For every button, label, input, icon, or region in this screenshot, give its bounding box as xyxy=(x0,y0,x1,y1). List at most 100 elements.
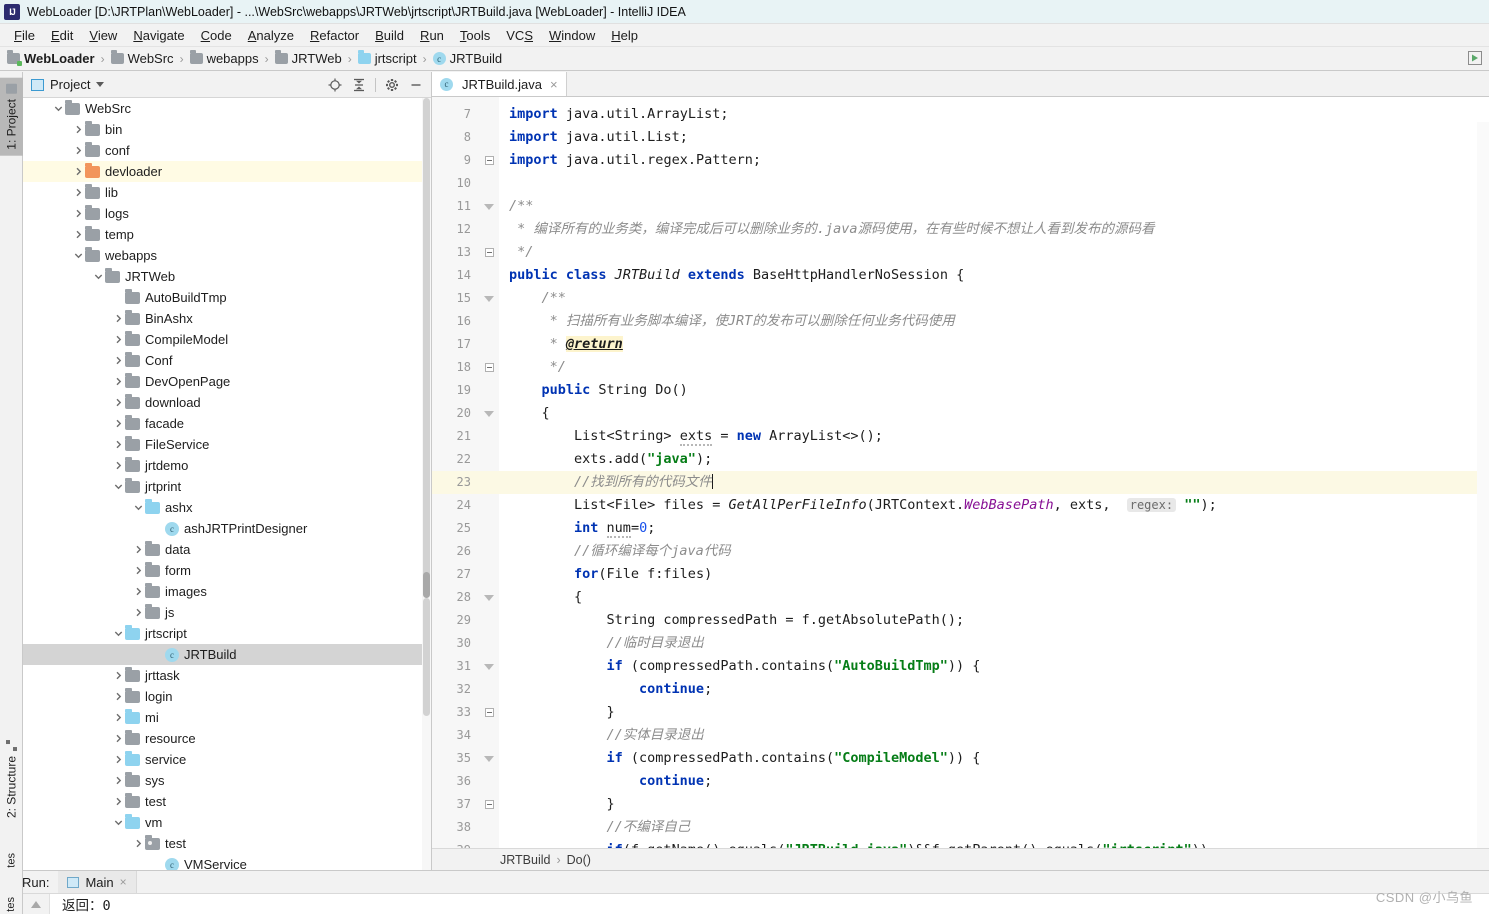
tree-item-jrtweb[interactable]: JRTWeb xyxy=(23,266,431,287)
tree-item-bin[interactable]: bin xyxy=(23,119,431,140)
chevron-down-icon[interactable] xyxy=(96,82,105,87)
menu-bar[interactable]: File Edit View Navigate Code Analyze Refactor B… xyxy=(0,24,1489,47)
fold-marker-slot[interactable] xyxy=(479,747,499,770)
fold-marker-slot[interactable] xyxy=(479,655,499,678)
code-line[interactable]: import java.util.regex.Pattern; xyxy=(499,149,1489,172)
fold-collapse-icon[interactable] xyxy=(484,593,494,603)
breadcrumb-jrtscript[interactable]: jrtscript xyxy=(357,50,417,66)
tree-item-test[interactable]: test xyxy=(23,833,431,854)
line-number[interactable]: 7 xyxy=(432,103,479,126)
chevron-down-icon[interactable] xyxy=(111,816,125,830)
chevron-right-icon[interactable] xyxy=(111,711,125,725)
tree-item-service[interactable]: service xyxy=(23,749,431,770)
tree-item-images[interactable]: images xyxy=(23,581,431,602)
line-number[interactable]: 31 xyxy=(432,655,479,678)
chevron-right-icon[interactable] xyxy=(71,165,85,179)
chevron-right-icon[interactable] xyxy=(71,144,85,158)
code-line[interactable]: /** xyxy=(499,287,1489,310)
run-scroll-up-button[interactable] xyxy=(22,894,50,914)
fold-marker-slot[interactable] xyxy=(479,586,499,609)
chevron-right-icon[interactable] xyxy=(131,564,145,578)
code-line[interactable]: continue; xyxy=(499,678,1489,701)
code-line[interactable]: import java.util.ArrayList; xyxy=(499,103,1489,126)
scrollbar-thumb[interactable] xyxy=(423,98,430,578)
chevron-right-icon[interactable] xyxy=(111,438,125,452)
code-line[interactable]: for(File f:files) xyxy=(499,563,1489,586)
code-line[interactable]: * @return xyxy=(499,333,1489,356)
code-line[interactable] xyxy=(499,172,1489,195)
chevron-down-icon[interactable] xyxy=(51,102,65,116)
tree-item-webapps[interactable]: webapps xyxy=(23,245,431,266)
fold-end-icon[interactable] xyxy=(484,363,494,372)
tree-item-temp[interactable]: temp xyxy=(23,224,431,245)
menu-item-edit[interactable]: Edit xyxy=(43,26,81,45)
chevron-right-icon[interactable] xyxy=(111,312,125,326)
tree-item-binashx[interactable]: BinAshx xyxy=(23,308,431,329)
code-line[interactable]: */ xyxy=(499,356,1489,379)
sidebar-item-project[interactable]: 1: Project xyxy=(0,78,23,156)
run-tab-main[interactable]: Main × xyxy=(58,871,137,893)
fold-marker-slot[interactable] xyxy=(479,287,499,310)
chevron-right-icon[interactable] xyxy=(111,774,125,788)
tree-item-sys[interactable]: sys xyxy=(23,770,431,791)
tree-item-lib[interactable]: lib xyxy=(23,182,431,203)
breadcrumb-class[interactable]: JRTBuild xyxy=(500,853,550,867)
code-line[interactable]: continue; xyxy=(499,770,1489,793)
code-line[interactable]: if(f.getName().equals("JRTBuild.java")&&… xyxy=(499,839,1489,848)
breadcrumb-jrtweb[interactable]: JRTWeb xyxy=(274,50,342,66)
scrollbar-thumb-lower[interactable] xyxy=(423,598,430,716)
menu-item-window[interactable]: Window xyxy=(541,26,603,45)
chevron-right-icon[interactable] xyxy=(131,585,145,599)
menu-item-refactor[interactable]: Refactor xyxy=(302,26,367,45)
line-number[interactable]: 18 xyxy=(432,356,479,379)
tree-item-ashx[interactable]: ashx xyxy=(23,497,431,518)
line-number[interactable]: 24 xyxy=(432,494,479,517)
code-line[interactable]: public class JRTBuild extends BaseHttpHa… xyxy=(499,264,1489,287)
fold-end-icon[interactable] xyxy=(484,156,494,165)
tree-item-jrtbuild[interactable]: c JRTBuild xyxy=(23,644,431,665)
chevron-right-icon[interactable] xyxy=(111,732,125,746)
tree-item-jrtdemo[interactable]: jrtdemo xyxy=(23,455,431,476)
navigation-bar[interactable]: WebLoader › WebSrc › webapps › JRTWeb › jrtscrip… xyxy=(0,47,1489,71)
code-line[interactable]: int num=0; xyxy=(499,517,1489,540)
fold-marker-slot[interactable] xyxy=(479,793,499,816)
editor-breadcrumb[interactable]: JRTBuild › Do() xyxy=(432,848,1489,870)
code-line[interactable]: if (compressedPath.contains("CompileMode… xyxy=(499,747,1489,770)
line-number[interactable]: 35 xyxy=(432,747,479,770)
chevron-down-icon[interactable] xyxy=(71,249,85,263)
tree-item-facade[interactable]: facade xyxy=(23,413,431,434)
code-line[interactable]: exts.add("java"); xyxy=(499,448,1489,471)
gear-icon[interactable] xyxy=(381,75,403,95)
breadcrumb-jrtbuild[interactable]: c JRTBuild xyxy=(432,51,502,66)
fold-marker-slot[interactable] xyxy=(479,149,499,172)
menu-item-build[interactable]: Build xyxy=(367,26,412,45)
chevron-right-icon[interactable] xyxy=(131,543,145,557)
menu-item-file[interactable]: File xyxy=(6,26,43,45)
chevron-down-icon[interactable] xyxy=(111,480,125,494)
menu-item-view[interactable]: View xyxy=(81,26,125,45)
close-icon[interactable]: × xyxy=(550,77,558,92)
line-number[interactable]: 37 xyxy=(432,793,479,816)
line-number[interactable]: 33 xyxy=(432,701,479,724)
breadcrumb-method[interactable]: Do() xyxy=(567,853,591,867)
tree-item-ashjrtprintdesigner[interactable]: c ashJRTPrintDesigner xyxy=(23,518,431,539)
tree-item-jrttask[interactable]: jrttask xyxy=(23,665,431,686)
tree-item-jrtscript[interactable]: jrtscript xyxy=(23,623,431,644)
fold-end-icon[interactable] xyxy=(484,708,494,717)
code-line[interactable]: //找到所有的代码文件 xyxy=(499,471,1489,494)
code-line[interactable]: import java.util.List; xyxy=(499,126,1489,149)
fold-collapse-icon[interactable] xyxy=(484,294,494,304)
chevron-down-icon[interactable] xyxy=(131,501,145,515)
tree-item-mi[interactable]: mi xyxy=(23,707,431,728)
code-line[interactable]: //临时目录退出 xyxy=(499,632,1489,655)
chevron-right-icon[interactable] xyxy=(111,690,125,704)
chevron-right-icon[interactable] xyxy=(131,837,145,851)
fold-collapse-icon[interactable] xyxy=(484,662,494,672)
tree-item-conf[interactable]: conf xyxy=(23,140,431,161)
line-number[interactable]: 23 xyxy=(432,471,479,494)
minimize-icon[interactable] xyxy=(405,75,427,95)
fold-end-icon[interactable] xyxy=(484,248,494,257)
line-number[interactable]: 34 xyxy=(432,724,479,747)
tree-item-fileservice[interactable]: FileService xyxy=(23,434,431,455)
tree-item-vm[interactable]: vm xyxy=(23,812,431,833)
